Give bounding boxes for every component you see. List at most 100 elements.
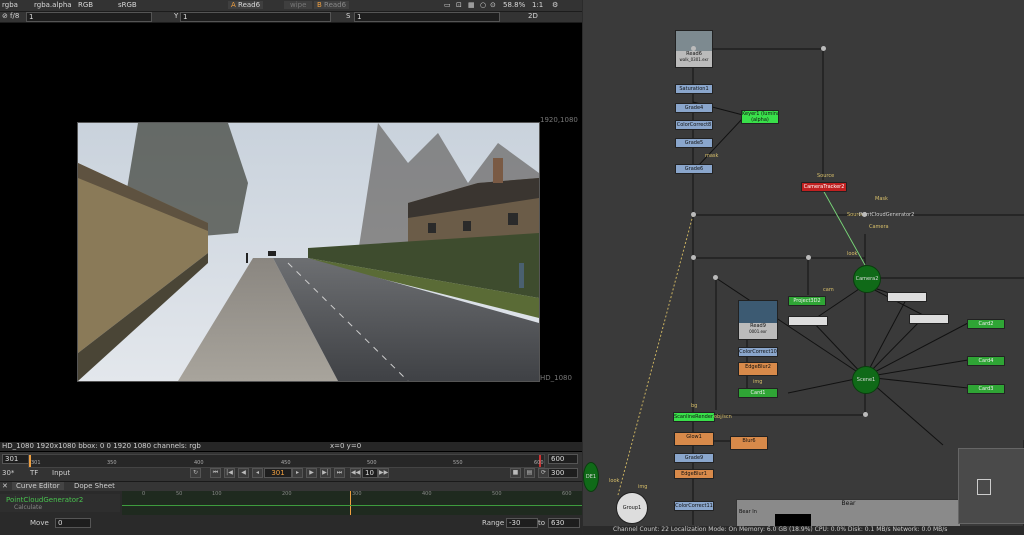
glow-node[interactable]: Glow1 [674,432,714,446]
range-to-field[interactable]: 630 [548,518,580,528]
frame-out-field[interactable]: 600 [548,454,578,464]
skip-field[interactable]: 10 [362,468,378,478]
gamma-field[interactable]: 1 [180,12,331,22]
saturation-node[interactable]: Saturation1 [675,84,713,94]
tree-item-pointcloud[interactable]: PointCloudGenerator2 [6,496,83,504]
curve-graph[interactable]: 0 50 100 200 300 400 500 600 [122,491,582,515]
keyer-node[interactable]: Keyer1 (luminance key) (alpha) [741,110,779,124]
range-from-field[interactable]: -30 [506,518,538,528]
prev-key-icon[interactable]: |◀ [224,468,235,478]
blur-node[interactable]: Blur6 [730,436,768,450]
scene1-node[interactable]: Scene1 [852,366,880,394]
street-photo [78,123,539,381]
read9-thumbnail [739,301,777,323]
ruler-400: 400 [422,491,432,497]
lut-dropdown[interactable]: sRGB [118,1,137,9]
settings-icon[interactable]: ⚙ [552,1,558,9]
frame-in-field[interactable]: 301 [2,454,30,464]
card1-node[interactable]: Card1 [738,388,778,398]
input-b-dropdown[interactable]: B Read6 [314,1,350,9]
bookmark-icon[interactable]: ■ [510,468,521,478]
dot-7[interactable] [863,412,868,417]
status-text: Channel Count: 22 Localization Mode: On … [613,526,948,533]
step-forward-icon[interactable]: ▸ [292,468,303,478]
input-dropdown[interactable]: Input [52,469,70,477]
colorcorrect10-node[interactable]: ColorCorrect10 [738,347,778,357]
grade6-node[interactable]: Grade6 [675,164,713,174]
edgeblur1-node[interactable]: EdgeBlur1 [674,469,714,479]
current-frame-field[interactable]: 301 [264,468,292,478]
dot-8[interactable] [862,212,867,217]
colorcorrect11-node[interactable]: ColorCorrect11 [674,501,714,511]
dot-6[interactable] [713,275,718,280]
grid-icon[interactable]: ▦ [468,1,475,9]
viewer-panel[interactable]: rgba rgba.alpha RGB sRGB A Read6 wipe B … [0,0,582,535]
project3d-node[interactable]: Project3D2 [788,296,826,306]
saturation-field[interactable]: 1 [354,12,500,22]
compare-mode-dropdown[interactable]: wipe [284,1,313,9]
camera2-node[interactable]: Camera2 [853,265,881,293]
next-key-icon[interactable]: ▶| [320,468,331,478]
reformat-node-3[interactable] [909,314,949,324]
colorspace-dropdown[interactable]: RGB [78,1,93,9]
last-frame-icon[interactable]: ⏭ [334,468,345,478]
fstop-dropdown[interactable]: f/8 [10,12,19,20]
input-a-dropdown[interactable]: A Read6 [228,1,264,9]
dot-3[interactable] [691,212,696,217]
tree-item-calculate[interactable]: Calculate [14,504,42,511]
colorcorrect-node[interactable]: ColorCorrect8 [675,120,713,130]
minimap[interactable] [958,448,1024,524]
source-label: Source [817,173,835,179]
reformat-node-1[interactable] [788,316,828,326]
play-back-icon[interactable]: ◀ [238,468,249,478]
step-back-icon[interactable]: ◂ [252,468,263,478]
viewer-image[interactable] [77,122,540,382]
reformat-node-2[interactable] [887,292,927,302]
tab-curve-editor[interactable]: Curve Editor [12,482,64,490]
pin-icon[interactable]: ⊙ [490,1,496,9]
viewer-info-text: HD_1080 1920x1080 bbox: 0 0 1920 1080 ch… [2,442,201,450]
skip-back-icon[interactable]: ◀◀ [350,468,361,478]
grade5-node[interactable]: Grade5 [675,138,713,148]
dot-2[interactable] [821,46,826,51]
monitor-icon[interactable]: ▭ [444,1,451,9]
zoom-dropdown[interactable]: 58.8% [503,1,525,9]
timeline-slider[interactable]: 301 350 400 450 500 550 600 [28,454,545,468]
move-field[interactable]: 0 [55,518,91,528]
move-label: Move [30,519,49,527]
fps-dropdown[interactable]: 30* [2,469,14,477]
node-graph-panel[interactable]: Read6 walk_0301.exr Saturation1 Grade4 C… [583,0,1024,534]
edgeblur2-node[interactable]: EdgeBlur2 [738,362,778,376]
card3-node[interactable]: Card3 [967,384,1005,394]
first-frame-icon[interactable]: ⏮ [210,468,221,478]
play-icon[interactable]: ▶ [306,468,317,478]
pointcloud-node[interactable]: PointCloudGenerator2 [859,212,914,218]
skip-forward-icon[interactable]: ▶▶ [378,468,389,478]
de-node[interactable]: DE1 [583,462,599,492]
roi-icon[interactable]: ⊡ [456,1,462,9]
dot-5[interactable] [806,255,811,260]
alpha-dropdown[interactable]: rgba.alpha [34,1,72,9]
tab-dope-sheet[interactable]: Dope Sheet [70,482,119,490]
group-node[interactable]: Group1 [616,492,648,524]
grade4-node[interactable]: Grade4 [675,103,713,113]
card4-node[interactable]: Card4 [967,356,1005,366]
view-mode-dropdown[interactable]: 2D [528,12,538,20]
loop-icon[interactable]: ↻ [190,468,201,478]
camera-tracker-node[interactable]: CameraTracker2 [801,182,847,192]
minimap-viewport[interactable] [977,479,991,495]
tf-dropdown[interactable]: TF [30,469,38,477]
proxy-dropdown[interactable]: 1:1 [532,1,543,9]
gain-field[interactable]: 1 [26,12,152,22]
channels-dropdown[interactable]: rgba [2,1,18,9]
circle-icon[interactable]: ○ [480,1,486,9]
scanline-node[interactable]: ScanlineRender1 [673,412,715,422]
cache-icon[interactable]: ▤ [524,468,535,478]
end-field[interactable]: 300 [548,468,578,478]
card2-node[interactable]: Card2 [967,319,1005,329]
dot-1[interactable] [691,46,696,51]
dot-4[interactable] [691,255,696,260]
grade-node[interactable]: Grade9 [674,453,714,463]
read9-node[interactable]: Read9 0001.exr [738,300,778,340]
close-icon[interactable]: ✕ [2,482,8,490]
